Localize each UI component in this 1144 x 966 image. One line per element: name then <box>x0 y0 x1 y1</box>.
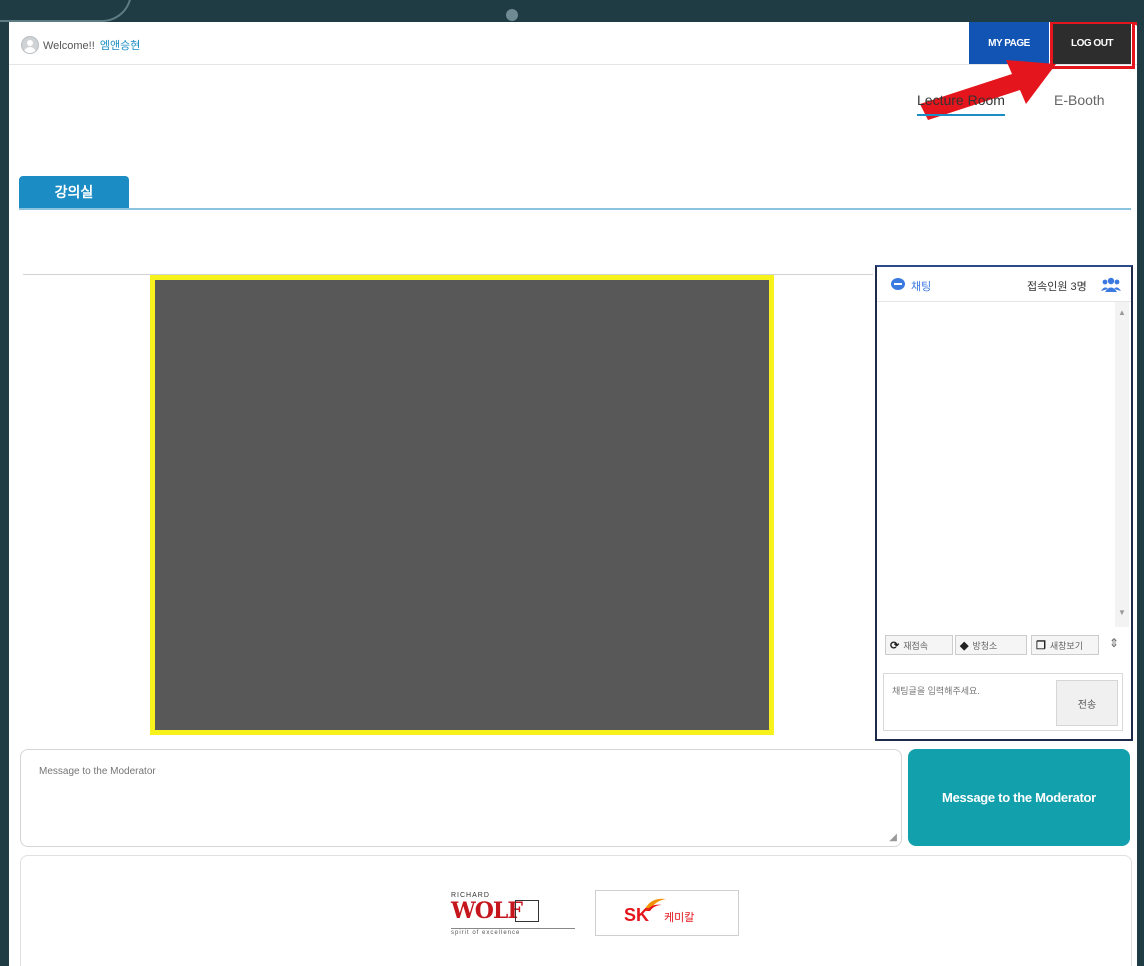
scroll-up-icon[interactable]: ▲ <box>1118 308 1126 317</box>
tab-e-booth[interactable]: E-Booth <box>1054 92 1105 108</box>
new-window-icon: ❐ <box>1036 639 1046 652</box>
welcome-text: Welcome!! <box>43 40 95 52</box>
tab-lecture-hall[interactable]: 강의실 <box>19 176 129 208</box>
tab-lecture-room[interactable]: Lecture Room <box>917 92 1005 116</box>
sponsor-banner: RICHARD WOLF spirit of excellence SK 케미칼 <box>20 855 1132 966</box>
welcome-message: Welcome!! 엠앤승현 <box>43 37 140 53</box>
users-icon <box>1101 277 1121 292</box>
chat-input-area: 전송 <box>883 673 1123 731</box>
wolf-logo-tagline: spirit of excellence <box>451 928 575 936</box>
wolf-mark-icon <box>515 900 539 922</box>
chat-scrollbar[interactable]: ▲ ▼ <box>1115 302 1129 627</box>
video-player[interactable] <box>150 275 774 735</box>
chat-header: 채팅 접속인원 3명 <box>877 267 1131 302</box>
background-decoration <box>0 0 132 22</box>
refresh-icon: ⟳ <box>890 639 900 652</box>
page: Welcome!! 엠앤승현 MY PAGE LOG OUT 1 Lecture… <box>9 22 1137 966</box>
wolf-logo-main: WOLF <box>451 898 523 924</box>
popup-button[interactable]: ❐ 새창보기 <box>1031 635 1099 655</box>
online-count: 접속인원 3명 <box>1027 281 1087 293</box>
sk-logo-sub: 케미칼 <box>664 912 695 924</box>
chat-panel: 채팅 접속인원 3명 ▲ ▼ ⟳ 재접속 ◆ 방청소 ❐ 새창보기 ⇕ 채팅글을… <box>875 265 1133 741</box>
chat-send-button[interactable]: 전송 <box>1056 680 1118 726</box>
eraser-icon: ◆ <box>960 639 969 652</box>
sk-logo-main: SK <box>624 905 650 925</box>
tab-underline <box>19 208 1131 210</box>
reconnect-label: 재접속 <box>903 640 929 651</box>
scroll-down-icon[interactable]: ▼ <box>1118 608 1126 617</box>
send-to-moderator-button[interactable]: Message to the Moderator <box>908 749 1130 846</box>
chat-toolbar: ⟳ 재접속 ◆ 방청소 ❐ 새창보기 ⇕ <box>877 633 1131 659</box>
reconnect-button[interactable]: ⟳ 재접속 <box>885 635 953 655</box>
username: 엠앤승현 <box>99 40 141 52</box>
clear-label: 방청소 <box>972 640 998 651</box>
chat-input[interactable] <box>890 680 1054 702</box>
chat-bubble-icon <box>891 278 905 290</box>
chat-title: 채팅 <box>911 281 932 293</box>
clear-button[interactable]: ◆ 방청소 <box>955 635 1027 655</box>
moderator-message-input[interactable] <box>37 764 881 838</box>
sk-chemicals-logo[interactable]: SK 케미칼 <box>595 890 739 936</box>
richard-wolf-logo[interactable]: RICHARD WOLF spirit of excellence <box>451 892 577 940</box>
background-dot <box>506 9 518 21</box>
chat-messages <box>877 302 1115 627</box>
moderator-message-box: ◢ <box>20 749 902 847</box>
popup-label: 새창보기 <box>1049 640 1083 651</box>
resize-icon[interactable]: ⇕ <box>1109 636 1119 650</box>
resize-grip-icon[interactable]: ◢ <box>889 832 897 843</box>
avatar-icon <box>21 36 39 54</box>
